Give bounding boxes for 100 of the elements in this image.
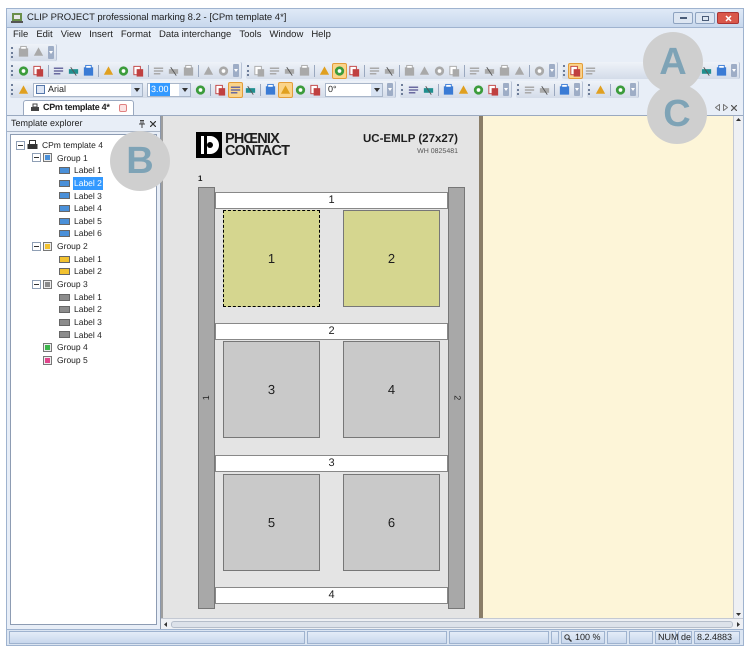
printer-icon	[27, 140, 38, 150]
tool-icon	[82, 64, 95, 78]
field-value: Arial	[48, 82, 66, 96]
label-cell[interactable]: 6	[343, 474, 440, 571]
toolbar-button[interactable]	[263, 82, 278, 98]
tool-icon	[614, 82, 627, 96]
dropdown-icon[interactable]	[371, 84, 382, 96]
expander-icon[interactable]	[32, 280, 41, 289]
overflow-icon[interactable]	[731, 64, 737, 77]
toolbar-button[interactable]	[568, 62, 583, 78]
tool-icon	[448, 64, 461, 78]
field-value: 3.00	[150, 82, 170, 96]
label-cell[interactable]: 5	[223, 474, 320, 571]
menu-item[interactable]: Insert	[89, 28, 113, 43]
tool-icon	[433, 64, 446, 78]
toolbar-button[interactable]	[332, 62, 347, 78]
overflow-icon[interactable]	[630, 83, 636, 96]
label-cell[interactable]: 3	[223, 341, 320, 438]
tool-icon	[132, 64, 145, 78]
tool-icon	[715, 64, 728, 78]
tool-icon	[294, 82, 307, 96]
expander-icon[interactable]	[16, 140, 25, 150]
font-field[interactable]: Arial	[33, 82, 143, 96]
tree-item[interactable]: Label 1	[73, 290, 103, 304]
menu-item[interactable]: Window	[270, 28, 304, 43]
dropdown-icon[interactable]	[131, 84, 142, 96]
dropdown-icon[interactable]	[179, 84, 190, 96]
tool-icon	[117, 64, 130, 78]
toolbar-button[interactable]	[228, 82, 243, 98]
scroll-left-icon[interactable]	[164, 622, 167, 626]
tree-item[interactable]: Label 5	[73, 214, 103, 228]
tree-item[interactable]: Label 3	[73, 316, 103, 329]
toolbar-button[interactable]	[714, 62, 729, 78]
menu-item[interactable]: File	[13, 28, 28, 43]
overflow-icon[interactable]	[387, 83, 393, 96]
close-button[interactable]	[717, 12, 739, 24]
font-icon	[36, 85, 45, 94]
tree-item[interactable]: CPm template 4	[41, 138, 104, 152]
tree-item[interactable]: Label 1	[73, 164, 103, 177]
scroll-down-icon[interactable]	[736, 613, 741, 616]
tool-icon	[182, 64, 195, 78]
maximize-button[interactable]	[695, 12, 715, 24]
tree-item[interactable]: Label 1	[73, 252, 103, 266]
tree-item[interactable]: Group 4	[56, 341, 89, 354]
overflow-icon[interactable]	[48, 46, 54, 58]
panel-title: Template explorer	[11, 116, 83, 130]
label-cell[interactable]: 4	[343, 341, 440, 438]
zoom-level: 100 %	[575, 630, 601, 644]
vertical-scrollbar[interactable]	[733, 116, 743, 618]
rail-label: 2	[451, 396, 464, 400]
document-tab[interactable]: CPm template 4*	[23, 100, 134, 115]
angle-field[interactable]: 0°	[325, 82, 383, 96]
menu-item[interactable]: Tools	[239, 28, 262, 43]
close-icon[interactable]	[150, 120, 156, 126]
pin-icon[interactable]	[139, 120, 145, 128]
tool-icon	[217, 64, 230, 78]
close-icon[interactable]	[731, 105, 737, 111]
tree-item[interactable]: Label 6	[73, 227, 103, 240]
toolbar-button[interactable]	[81, 62, 96, 78]
scroll-up-icon[interactable]	[736, 118, 741, 121]
tree-item[interactable]: Label 4	[73, 202, 103, 215]
tree-item[interactable]: Label 3	[73, 190, 103, 202]
label-cell[interactable]: 1	[223, 210, 320, 307]
tool-icon	[472, 82, 485, 96]
label-cell[interactable]: 2	[343, 210, 440, 307]
toolbar-button[interactable]	[441, 82, 456, 98]
menu-item[interactable]: Help	[311, 28, 331, 43]
menu-item[interactable]: Data interchange	[158, 28, 232, 43]
menu-item[interactable]: Format	[120, 28, 151, 43]
printer-icon	[30, 103, 40, 113]
minimize-button[interactable]	[673, 12, 693, 24]
tree-item[interactable]: Label 2	[73, 303, 103, 316]
close-tab-icon[interactable]	[118, 104, 127, 112]
tree-item[interactable]: Group 2	[56, 240, 89, 253]
sheet-number: 1	[198, 173, 202, 185]
expander-icon[interactable]	[32, 153, 41, 162]
tree-item[interactable]: Group 1	[56, 152, 89, 164]
toolbar-button[interactable]	[557, 82, 572, 98]
tool-icon	[17, 45, 30, 59]
tool-icon	[253, 64, 266, 78]
label-strip: 3	[215, 455, 448, 472]
tree-item[interactable]: Group 5	[56, 354, 89, 367]
tool-icon	[569, 64, 582, 78]
tool-icon	[32, 64, 45, 78]
tree-item[interactable]: Group 3	[56, 278, 89, 291]
expander-icon[interactable]	[32, 242, 41, 251]
overflow-icon[interactable]	[574, 83, 580, 96]
tool-icon	[498, 64, 511, 78]
tree-item[interactable]: Label 4	[73, 328, 103, 342]
menu-item[interactable]: View	[60, 28, 82, 43]
overflow-icon[interactable]	[549, 64, 555, 77]
logo-text: PHŒNIX	[225, 132, 280, 144]
overflow-icon[interactable]	[503, 83, 509, 96]
scroll-right-icon[interactable]	[737, 622, 740, 626]
menu-item[interactable]: Edit	[36, 28, 53, 43]
sheet-title: UC-EMLP (27x27)	[362, 132, 458, 147]
horizontal-scrollbar[interactable]	[161, 618, 743, 629]
tree-item[interactable]: Label 2	[73, 265, 103, 278]
tool-icon	[298, 64, 311, 78]
overflow-icon[interactable]	[233, 64, 239, 77]
